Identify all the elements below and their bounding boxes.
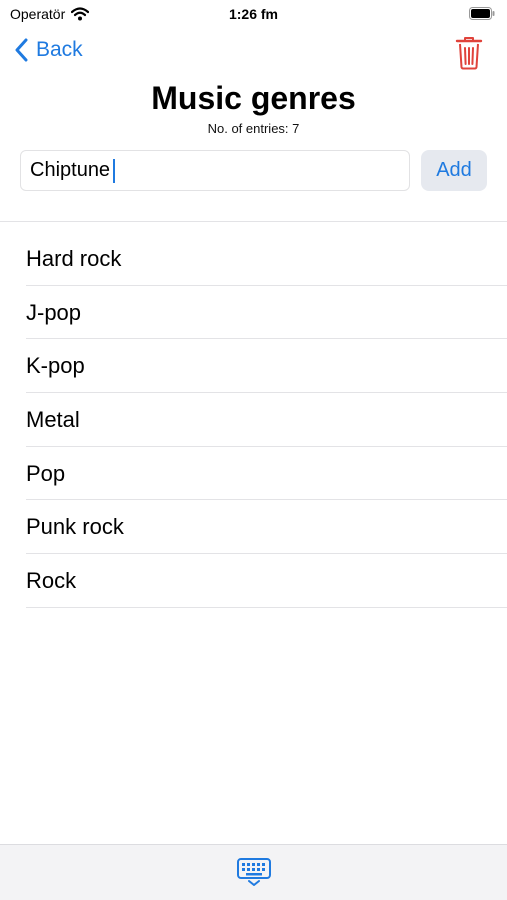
list-item[interactable]: Rock: [0, 554, 507, 608]
navigation-bar: Back: [0, 30, 507, 78]
list-item[interactable]: Metal: [0, 393, 507, 447]
status-time: 1:26 fm: [228, 6, 279, 22]
list-item[interactable]: K-pop: [0, 339, 507, 393]
keyboard-dismiss-icon[interactable]: [236, 857, 272, 887]
header-divider: [0, 221, 507, 222]
text-caret: [113, 159, 115, 183]
status-bar: Operatör 1:26 fm: [0, 0, 507, 30]
trash-icon[interactable]: [455, 36, 483, 70]
list-item[interactable]: J-pop: [0, 286, 507, 340]
genre-list: Hard rock J-pop K-pop Metal Pop Punk roc…: [0, 232, 507, 608]
chevron-left-icon: [15, 38, 28, 62]
battery-icon: [469, 7, 495, 20]
app-screen: Operatör 1:26 fm Back Music genres No. o…: [0, 0, 507, 900]
list-item[interactable]: Hard rock: [0, 232, 507, 286]
list-item[interactable]: Punk rock: [0, 500, 507, 554]
keyboard-toolbar: [0, 844, 507, 900]
add-button[interactable]: Add: [421, 150, 487, 191]
page-title: Music genres: [151, 80, 356, 116]
list-item[interactable]: Pop: [0, 447, 507, 501]
back-button[interactable]: Back: [14, 38, 83, 62]
entries-count: No. of entries: 7: [207, 121, 300, 136]
genre-input[interactable]: [20, 150, 410, 191]
back-label: Back: [36, 38, 83, 61]
